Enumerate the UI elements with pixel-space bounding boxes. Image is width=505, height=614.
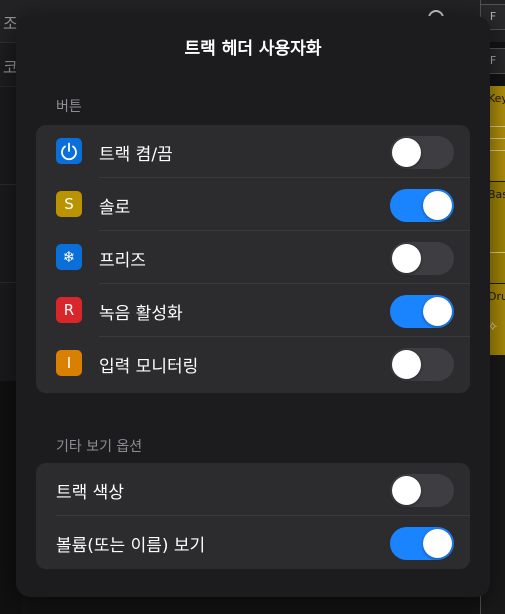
- option-row-track-color[interactable]: 트랙 색상: [36, 463, 470, 516]
- region-label: Key: [488, 92, 505, 105]
- option-label: 입력 모니터링: [99, 357, 199, 377]
- volume-or-name-toggle[interactable]: [390, 527, 454, 560]
- option-row-record-enable[interactable]: R 녹음 활성화: [36, 284, 470, 337]
- track-color-toggle[interactable]: [390, 474, 454, 507]
- input-monitor-icon: I: [56, 350, 82, 376]
- buttons-group: 트랙 켬/끔 S 솔로 ❄ 프리즈 R 녹음 활성화 I 입력 모니터링: [36, 125, 470, 393]
- option-label: 녹음 활성화: [99, 304, 183, 324]
- region-label: Bas: [488, 188, 505, 201]
- option-row-track-on-off[interactable]: 트랙 켬/끔: [36, 125, 470, 178]
- option-row-volume-or-name[interactable]: 볼륨(또는 이름) 보기: [36, 516, 470, 569]
- region-label: Dru: [488, 290, 505, 303]
- track-on-off-toggle[interactable]: [390, 136, 454, 169]
- option-label: 트랙 색상: [56, 483, 124, 503]
- snowflake-icon: ❄: [56, 244, 82, 270]
- section-label-buttons: 버튼: [56, 99, 82, 115]
- power-icon: [56, 138, 82, 164]
- popover-title: 트랙 헤더 사용자화: [184, 39, 322, 59]
- input-monitoring-toggle[interactable]: [390, 348, 454, 381]
- record-enable-toggle[interactable]: [390, 295, 454, 328]
- option-label: 볼륨(또는 이름) 보기: [56, 536, 206, 556]
- freeze-toggle[interactable]: [390, 242, 454, 275]
- option-label: 솔로: [99, 198, 131, 218]
- solo-toggle[interactable]: [390, 189, 454, 222]
- solo-icon: S: [56, 191, 82, 217]
- other-view-options-group: 트랙 색상 볼륨(또는 이름) 보기: [36, 463, 470, 569]
- option-label: 트랙 켬/끔: [99, 145, 173, 165]
- section-label-other-view-options: 기타 보기 옵션: [56, 439, 143, 455]
- option-row-solo[interactable]: S 솔로: [36, 178, 470, 231]
- option-label: 프리즈: [99, 251, 146, 271]
- option-row-input-monitoring[interactable]: I 입력 모니터링: [36, 337, 470, 390]
- customize-track-header-popover: 트랙 헤더 사용자화 버튼 트랙 켬/끔 S 솔로 ❄ 프리즈 R 녹음 활성화: [16, 13, 490, 597]
- option-row-freeze[interactable]: ❄ 프리즈: [36, 231, 470, 284]
- record-icon: R: [56, 297, 82, 323]
